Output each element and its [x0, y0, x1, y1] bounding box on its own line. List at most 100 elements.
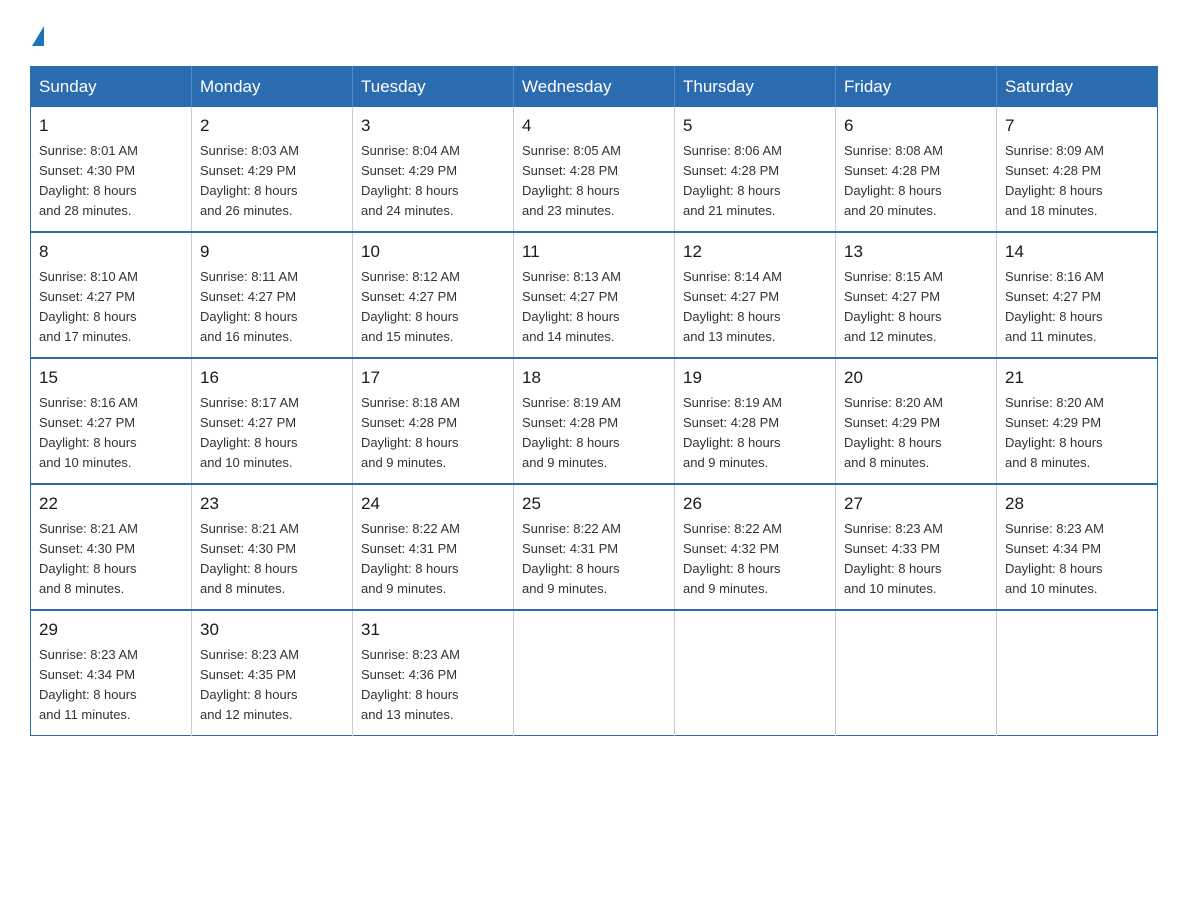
day-number: 22 — [39, 491, 183, 517]
calendar-cell: 5 Sunrise: 8:06 AMSunset: 4:28 PMDayligh… — [675, 107, 836, 232]
day-info: Sunrise: 8:16 AMSunset: 4:27 PMDaylight:… — [39, 395, 138, 470]
calendar-week-row: 1 Sunrise: 8:01 AMSunset: 4:30 PMDayligh… — [31, 107, 1158, 232]
day-info: Sunrise: 8:05 AMSunset: 4:28 PMDaylight:… — [522, 143, 621, 218]
calendar-cell: 3 Sunrise: 8:04 AMSunset: 4:29 PMDayligh… — [353, 107, 514, 232]
day-info: Sunrise: 8:13 AMSunset: 4:27 PMDaylight:… — [522, 269, 621, 344]
day-number: 16 — [200, 365, 344, 391]
day-info: Sunrise: 8:23 AMSunset: 4:35 PMDaylight:… — [200, 647, 299, 722]
calendar-week-row: 15 Sunrise: 8:16 AMSunset: 4:27 PMDaylig… — [31, 358, 1158, 484]
calendar-week-row: 29 Sunrise: 8:23 AMSunset: 4:34 PMDaylig… — [31, 610, 1158, 736]
calendar-week-row: 22 Sunrise: 8:21 AMSunset: 4:30 PMDaylig… — [31, 484, 1158, 610]
calendar-table: SundayMondayTuesdayWednesdayThursdayFrid… — [30, 66, 1158, 736]
header-monday: Monday — [192, 67, 353, 108]
day-number: 20 — [844, 365, 988, 391]
day-info: Sunrise: 8:01 AMSunset: 4:30 PMDaylight:… — [39, 143, 138, 218]
calendar-cell: 17 Sunrise: 8:18 AMSunset: 4:28 PMDaylig… — [353, 358, 514, 484]
calendar-cell: 4 Sunrise: 8:05 AMSunset: 4:28 PMDayligh… — [514, 107, 675, 232]
day-info: Sunrise: 8:09 AMSunset: 4:28 PMDaylight:… — [1005, 143, 1104, 218]
day-number: 10 — [361, 239, 505, 265]
calendar-cell: 26 Sunrise: 8:22 AMSunset: 4:32 PMDaylig… — [675, 484, 836, 610]
day-info: Sunrise: 8:03 AMSunset: 4:29 PMDaylight:… — [200, 143, 299, 218]
day-number: 18 — [522, 365, 666, 391]
calendar-cell: 1 Sunrise: 8:01 AMSunset: 4:30 PMDayligh… — [31, 107, 192, 232]
calendar-cell — [997, 610, 1158, 736]
header-sunday: Sunday — [31, 67, 192, 108]
day-info: Sunrise: 8:19 AMSunset: 4:28 PMDaylight:… — [683, 395, 782, 470]
day-number: 9 — [200, 239, 344, 265]
day-info: Sunrise: 8:20 AMSunset: 4:29 PMDaylight:… — [1005, 395, 1104, 470]
day-info: Sunrise: 8:06 AMSunset: 4:28 PMDaylight:… — [683, 143, 782, 218]
day-info: Sunrise: 8:10 AMSunset: 4:27 PMDaylight:… — [39, 269, 138, 344]
day-info: Sunrise: 8:22 AMSunset: 4:31 PMDaylight:… — [361, 521, 460, 596]
page-header — [30, 20, 1158, 46]
calendar-cell: 22 Sunrise: 8:21 AMSunset: 4:30 PMDaylig… — [31, 484, 192, 610]
day-number: 3 — [361, 113, 505, 139]
day-number: 30 — [200, 617, 344, 643]
day-number: 25 — [522, 491, 666, 517]
calendar-cell: 31 Sunrise: 8:23 AMSunset: 4:36 PMDaylig… — [353, 610, 514, 736]
day-number: 14 — [1005, 239, 1149, 265]
day-info: Sunrise: 8:16 AMSunset: 4:27 PMDaylight:… — [1005, 269, 1104, 344]
day-info: Sunrise: 8:21 AMSunset: 4:30 PMDaylight:… — [39, 521, 138, 596]
header-wednesday: Wednesday — [514, 67, 675, 108]
day-number: 13 — [844, 239, 988, 265]
day-info: Sunrise: 8:22 AMSunset: 4:32 PMDaylight:… — [683, 521, 782, 596]
calendar-cell: 18 Sunrise: 8:19 AMSunset: 4:28 PMDaylig… — [514, 358, 675, 484]
logo-triangle-icon — [32, 26, 44, 46]
day-number: 8 — [39, 239, 183, 265]
header-friday: Friday — [836, 67, 997, 108]
day-info: Sunrise: 8:12 AMSunset: 4:27 PMDaylight:… — [361, 269, 460, 344]
day-info: Sunrise: 8:17 AMSunset: 4:27 PMDaylight:… — [200, 395, 299, 470]
calendar-cell: 21 Sunrise: 8:20 AMSunset: 4:29 PMDaylig… — [997, 358, 1158, 484]
calendar-cell: 29 Sunrise: 8:23 AMSunset: 4:34 PMDaylig… — [31, 610, 192, 736]
day-number: 19 — [683, 365, 827, 391]
day-number: 15 — [39, 365, 183, 391]
calendar-cell: 14 Sunrise: 8:16 AMSunset: 4:27 PMDaylig… — [997, 232, 1158, 358]
day-number: 6 — [844, 113, 988, 139]
calendar-cell: 24 Sunrise: 8:22 AMSunset: 4:31 PMDaylig… — [353, 484, 514, 610]
day-info: Sunrise: 8:20 AMSunset: 4:29 PMDaylight:… — [844, 395, 943, 470]
day-number: 28 — [1005, 491, 1149, 517]
day-number: 23 — [200, 491, 344, 517]
calendar-cell: 27 Sunrise: 8:23 AMSunset: 4:33 PMDaylig… — [836, 484, 997, 610]
day-number: 5 — [683, 113, 827, 139]
day-number: 1 — [39, 113, 183, 139]
day-info: Sunrise: 8:23 AMSunset: 4:33 PMDaylight:… — [844, 521, 943, 596]
day-info: Sunrise: 8:22 AMSunset: 4:31 PMDaylight:… — [522, 521, 621, 596]
day-number: 12 — [683, 239, 827, 265]
day-number: 21 — [1005, 365, 1149, 391]
calendar-cell: 10 Sunrise: 8:12 AMSunset: 4:27 PMDaylig… — [353, 232, 514, 358]
day-info: Sunrise: 8:04 AMSunset: 4:29 PMDaylight:… — [361, 143, 460, 218]
day-number: 4 — [522, 113, 666, 139]
calendar-cell: 23 Sunrise: 8:21 AMSunset: 4:30 PMDaylig… — [192, 484, 353, 610]
day-info: Sunrise: 8:14 AMSunset: 4:27 PMDaylight:… — [683, 269, 782, 344]
day-info: Sunrise: 8:23 AMSunset: 4:34 PMDaylight:… — [1005, 521, 1104, 596]
day-number: 31 — [361, 617, 505, 643]
calendar-cell — [836, 610, 997, 736]
calendar-cell: 11 Sunrise: 8:13 AMSunset: 4:27 PMDaylig… — [514, 232, 675, 358]
calendar-cell: 25 Sunrise: 8:22 AMSunset: 4:31 PMDaylig… — [514, 484, 675, 610]
calendar-cell: 12 Sunrise: 8:14 AMSunset: 4:27 PMDaylig… — [675, 232, 836, 358]
day-number: 7 — [1005, 113, 1149, 139]
calendar-cell — [675, 610, 836, 736]
calendar-week-row: 8 Sunrise: 8:10 AMSunset: 4:27 PMDayligh… — [31, 232, 1158, 358]
calendar-cell: 6 Sunrise: 8:08 AMSunset: 4:28 PMDayligh… — [836, 107, 997, 232]
day-number: 26 — [683, 491, 827, 517]
day-number: 11 — [522, 239, 666, 265]
header-tuesday: Tuesday — [353, 67, 514, 108]
calendar-cell: 28 Sunrise: 8:23 AMSunset: 4:34 PMDaylig… — [997, 484, 1158, 610]
day-info: Sunrise: 8:18 AMSunset: 4:28 PMDaylight:… — [361, 395, 460, 470]
day-info: Sunrise: 8:15 AMSunset: 4:27 PMDaylight:… — [844, 269, 943, 344]
calendar-header-row: SundayMondayTuesdayWednesdayThursdayFrid… — [31, 67, 1158, 108]
day-info: Sunrise: 8:21 AMSunset: 4:30 PMDaylight:… — [200, 521, 299, 596]
calendar-cell — [514, 610, 675, 736]
logo — [30, 20, 44, 46]
calendar-cell: 13 Sunrise: 8:15 AMSunset: 4:27 PMDaylig… — [836, 232, 997, 358]
calendar-cell: 15 Sunrise: 8:16 AMSunset: 4:27 PMDaylig… — [31, 358, 192, 484]
day-number: 2 — [200, 113, 344, 139]
calendar-cell: 19 Sunrise: 8:19 AMSunset: 4:28 PMDaylig… — [675, 358, 836, 484]
calendar-cell: 8 Sunrise: 8:10 AMSunset: 4:27 PMDayligh… — [31, 232, 192, 358]
calendar-cell: 30 Sunrise: 8:23 AMSunset: 4:35 PMDaylig… — [192, 610, 353, 736]
calendar-cell: 9 Sunrise: 8:11 AMSunset: 4:27 PMDayligh… — [192, 232, 353, 358]
day-number: 17 — [361, 365, 505, 391]
